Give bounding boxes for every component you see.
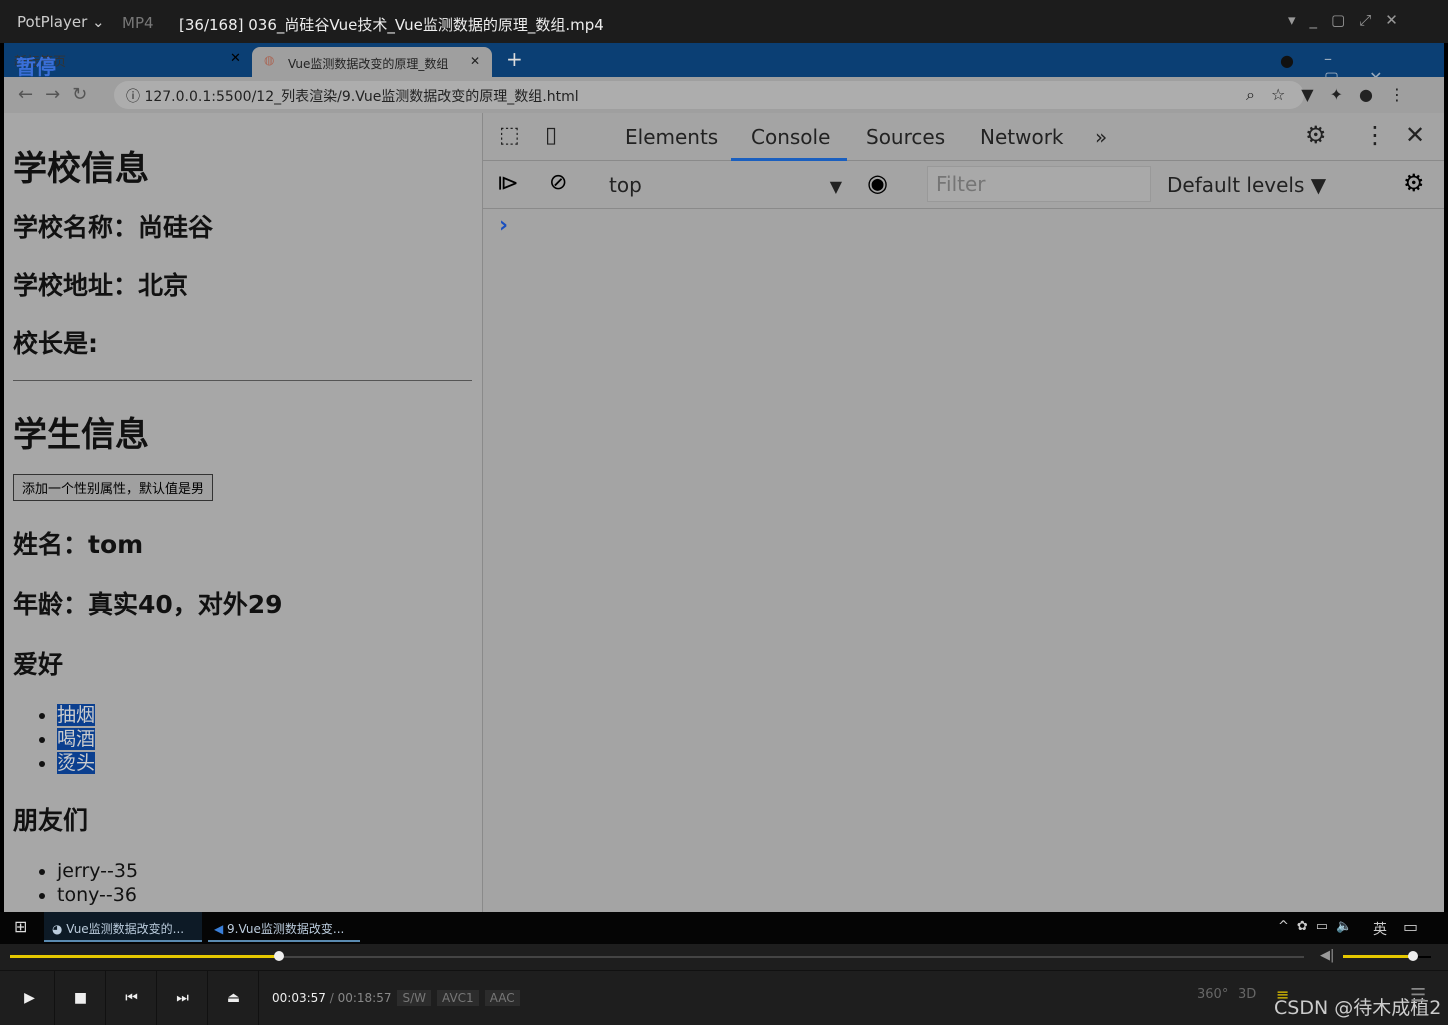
device-toggle-icon[interactable]: ▯	[545, 123, 557, 148]
levels-value: Default levels	[1167, 173, 1305, 197]
player-title-bar: PotPlayer ⌄ MP4 [36/168] 036_尚硅谷Vue技术_Vu…	[0, 0, 1448, 43]
time-display: 00:03:57 / 00:18:57 S/W AVC1 AAC	[272, 990, 520, 1006]
friend-item: tony--36	[57, 883, 482, 907]
menu-icon[interactable]: ☰	[1410, 985, 1426, 1006]
360-icon[interactable]: 360°	[1197, 987, 1228, 1002]
info-icon: ⓘ	[126, 89, 145, 105]
stop-button[interactable]: ■	[56, 971, 106, 1025]
more-tabs-icon[interactable]: »	[1095, 125, 1107, 149]
devtools-tabbar: ⬚ ▯ Elements Console Sources Network » ⚙…	[483, 113, 1444, 161]
student-name: 姓名：tom	[13, 530, 144, 559]
web-page: 学校信息 学校名称：尚硅谷 学校地址：北京 校长是: 学生信息 添加一个性别属性…	[4, 113, 482, 912]
settings-icon[interactable]: ⚙	[1305, 121, 1327, 149]
previous-button[interactable]: ⏮	[107, 971, 157, 1025]
context-select[interactable]: top ▼	[609, 173, 842, 197]
notification-icon[interactable]: ▭	[1403, 917, 1418, 936]
play-button[interactable]: ▶	[5, 971, 55, 1025]
tab-active[interactable]: ◍ Vue监测数据改变的原理_数组 ✕	[252, 47, 492, 77]
tab-network[interactable]: Network	[980, 125, 1064, 149]
eye-icon[interactable]: ◉	[867, 169, 888, 197]
windows-start-icon[interactable]: ⊞	[14, 917, 27, 936]
filter-input[interactable]	[927, 166, 1151, 202]
school-name: 学校名称：尚硅谷	[13, 213, 214, 242]
volume-handle[interactable]	[1408, 951, 1419, 961]
divider	[13, 380, 472, 381]
student-heading: 学生信息	[13, 415, 149, 455]
inspect-icon[interactable]: ⬚	[499, 123, 520, 148]
tab-elements[interactable]: Elements	[625, 125, 718, 149]
hobby-item: 喝酒	[57, 727, 482, 751]
brand: PotPlayer	[17, 13, 88, 31]
taskbar-label: 9.Vue监测数据改变...	[227, 922, 345, 936]
clear-console-icon[interactable]: ⊘	[549, 170, 567, 195]
console-toolbar: ⧐ ⊘ top▼ ◉ Default levels ▼ ⚙	[483, 161, 1444, 209]
eject-button[interactable]: ⏏	[209, 971, 259, 1025]
nav-buttons[interactable]: ←→↻	[18, 84, 99, 105]
close-icon[interactable]: ✕	[230, 51, 241, 66]
sidebar-toggle-icon[interactable]: ⧐	[497, 171, 519, 196]
more-icon[interactable]: ⋮	[1363, 121, 1387, 149]
friend-item: jerry--35	[57, 859, 482, 883]
seek-handle[interactable]	[274, 951, 285, 961]
browser-tab-strip: 新标签页✕ 暂停 ◍Vue监测数据改变的原理_数组✕ + ● –▢✕	[4, 43, 1444, 87]
console-settings-icon[interactable]: ⚙	[1403, 169, 1425, 197]
volume-icon[interactable]: ◀|	[1320, 948, 1334, 963]
hobby-heading: 爱好	[13, 650, 64, 679]
format-label: MP4	[122, 14, 154, 32]
school-address: 学校地址：北京	[13, 271, 189, 300]
hobby-item: 烫头	[57, 751, 482, 775]
player-controls: ▶ ■ ⏮ ⏭ ⏏ 00:03:57 / 00:18:57 S/W AVC1 AAC …	[0, 970, 1448, 1025]
pause-overlay: 暂停	[16, 55, 56, 79]
vscode-icon: ◀	[214, 922, 228, 936]
close-icon[interactable]: ✕	[470, 54, 480, 68]
address-bar-row: ←→↻ ⓘ 127.0.0.1:5500/12_列表渲染/9.Vue监测数据改变…	[4, 77, 1444, 113]
potplayer-menu[interactable]: PotPlayer ⌄	[17, 13, 105, 31]
student-age: 年龄：真实40，对外29	[13, 590, 283, 619]
windows-taskbar: ⊞ ◕ Vue监测数据改变的... ◀ 9.Vue监测数据改变... ^✿▭🔈 …	[0, 912, 1448, 944]
window-controls[interactable]: ▾_▢⤢✕	[1288, 11, 1412, 29]
taskbar-label: Vue监测数据改变的...	[66, 922, 185, 936]
devtools-panel: ⬚ ▯ Elements Console Sources Network » ⚙…	[482, 113, 1444, 912]
ime-indicator[interactable]: 英	[1373, 919, 1387, 939]
video-title: [36/168] 036_尚硅谷Vue技术_Vue监测数据的原理_数组.mp4	[179, 16, 604, 34]
tab-console[interactable]: Console	[751, 125, 830, 149]
toolbar-icons[interactable]: ⌕☆▼✦●⋮	[1246, 85, 1421, 105]
total-time: 00:18:57	[337, 991, 392, 1005]
school-heading: 学校信息	[13, 149, 149, 189]
volume-level	[1343, 955, 1414, 958]
badge[interactable]: AAC	[484, 990, 520, 1006]
system-tray-icons[interactable]: ^✿▭🔈	[1278, 919, 1360, 934]
taskbar-item-chrome[interactable]: ◕ Vue监测数据改变的...	[44, 912, 202, 942]
friends-heading: 朋友们	[13, 806, 89, 835]
seek-area: ◀|	[0, 944, 1448, 970]
current-time: 00:03:57	[272, 991, 326, 1005]
3d-icon[interactable]: 3D	[1238, 987, 1256, 1002]
tab-sources[interactable]: Sources	[866, 125, 945, 149]
taskbar-item-vscode[interactable]: ◀ 9.Vue监测数据改变...	[208, 912, 360, 942]
url-bar[interactable]: ⓘ 127.0.0.1:5500/12_列表渲染/9.Vue监测数据改变的原理_…	[114, 81, 1304, 109]
add-gender-button[interactable]: 添加一个性别属性，默认值是男	[13, 474, 214, 501]
console-prompt[interactable]: ›	[499, 213, 508, 238]
principal: 校长是:	[13, 329, 98, 358]
next-button[interactable]: ⏭	[158, 971, 208, 1025]
hobby-item: 抽烟	[57, 703, 482, 727]
vue-favicon-icon: ◍	[264, 53, 275, 67]
chrome-icon: ◕	[52, 922, 67, 936]
seek-progress	[10, 955, 280, 958]
badge[interactable]: AVC1	[437, 990, 479, 1006]
tab-label: Vue监测数据改变的原理_数组	[288, 57, 449, 71]
url-text: 127.0.0.1:5500/12_列表渲染/9.Vue监测数据改变的原理_数组…	[144, 89, 579, 105]
badge[interactable]: S/W	[397, 990, 432, 1006]
new-tab-button[interactable]: +	[506, 47, 523, 71]
levels-select[interactable]: Default levels ▼	[1167, 173, 1326, 197]
context-value: top	[609, 173, 642, 197]
profile-icon[interactable]: ●	[1280, 51, 1294, 70]
close-devtools-icon[interactable]: ✕	[1405, 121, 1425, 149]
